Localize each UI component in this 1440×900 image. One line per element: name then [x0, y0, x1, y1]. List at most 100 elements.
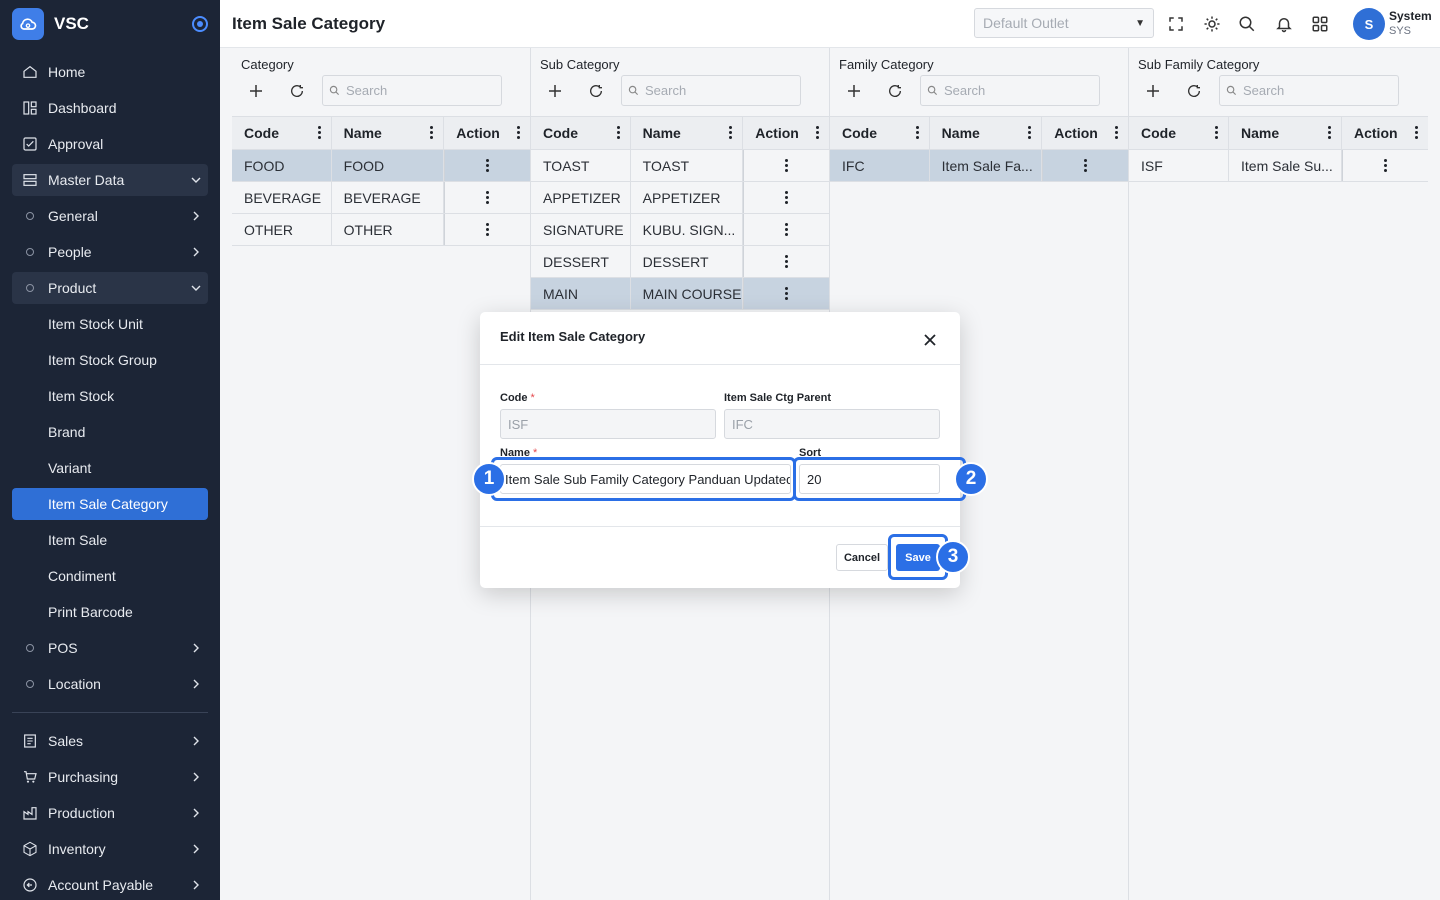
avatar[interactable]: S: [1353, 8, 1385, 40]
search-input[interactable]: Search: [322, 75, 502, 106]
sidebar-item-brand[interactable]: Brand: [12, 416, 208, 448]
column-header-name[interactable]: Name: [332, 117, 445, 149]
column-header-action[interactable]: Action: [743, 117, 829, 149]
column-header-name[interactable]: Name: [631, 117, 744, 149]
column-header-code[interactable]: Code: [531, 117, 631, 149]
search-input[interactable]: Search: [1219, 75, 1399, 106]
cell-name: MAIN COURSE: [631, 278, 744, 309]
row-action-menu-icon[interactable]: [444, 150, 530, 181]
table-row[interactable]: SIGNATURE KUBU. SIGN...: [531, 214, 829, 246]
panel-title: Sub Category: [540, 57, 620, 72]
column-menu-icon[interactable]: [317, 126, 321, 139]
sidebar-item-general[interactable]: General: [12, 200, 208, 232]
sidebar-item-item-stock-unit[interactable]: Item Stock Unit: [12, 308, 208, 340]
sidebar-item-production[interactable]: Production: [12, 797, 208, 829]
column-menu-icon[interactable]: [616, 126, 620, 139]
apps-grid-icon[interactable]: [1309, 13, 1331, 35]
fullscreen-icon[interactable]: [1165, 13, 1187, 35]
sidebar-item-dashboard[interactable]: Dashboard: [12, 92, 208, 124]
sidebar-item-item-sale[interactable]: Item Sale: [12, 524, 208, 556]
sidebar-item-account-payable[interactable]: Account Payable: [12, 869, 208, 900]
column-menu-icon[interactable]: [816, 126, 819, 139]
table-row[interactable]: MAIN MAIN COURSE: [531, 278, 829, 310]
column-header-code[interactable]: Code: [232, 117, 332, 149]
outlet-select[interactable]: Default Outlet ▼: [974, 8, 1154, 38]
search-input[interactable]: Search: [621, 75, 801, 106]
column-header-code[interactable]: Code: [830, 117, 930, 149]
sidebar-item-people[interactable]: People: [12, 236, 208, 268]
table-row[interactable]: TOAST TOAST: [531, 150, 829, 182]
sidebar-item-condiment[interactable]: Condiment: [12, 560, 208, 592]
sidebar-item-label: Brand: [48, 424, 86, 440]
column-menu-icon[interactable]: [1115, 126, 1118, 139]
sidebar-item-label: Purchasing: [48, 769, 119, 785]
sidebar-item-item-stock-group[interactable]: Item Stock Group: [12, 344, 208, 376]
table-row[interactable]: IFC Item Sale Fa...: [830, 150, 1128, 182]
sidebar-item-print-barcode[interactable]: Print Barcode: [12, 596, 208, 628]
row-action-menu-icon[interactable]: [743, 150, 829, 181]
grid-header: Code Name Action: [232, 116, 530, 150]
code-field[interactable]: ISF: [500, 409, 716, 439]
chevron-right-icon: [184, 771, 208, 783]
sidebar-item-product[interactable]: Product: [12, 272, 208, 304]
panel-title: Category: [241, 57, 294, 72]
sidebar-item-item-stock[interactable]: Item Stock: [12, 380, 208, 412]
column-menu-icon[interactable]: [915, 126, 919, 139]
sidebar-item-master-data[interactable]: Master Data: [12, 164, 208, 196]
bell-icon[interactable]: [1273, 13, 1295, 35]
column-menu-icon[interactable]: [1215, 126, 1218, 139]
column-header-action[interactable]: Action: [1042, 117, 1128, 149]
sidebar-item-pos[interactable]: POS: [12, 632, 208, 664]
row-action-menu-icon[interactable]: [743, 182, 829, 213]
column-menu-icon[interactable]: [517, 126, 520, 139]
parent-field[interactable]: IFC: [724, 409, 940, 439]
refresh-icon[interactable]: [585, 80, 607, 102]
add-icon[interactable]: [245, 80, 267, 102]
column-header-action[interactable]: Action: [1342, 117, 1428, 149]
column-menu-icon[interactable]: [729, 126, 733, 139]
table-row[interactable]: DESSERT DESSERT: [531, 246, 829, 278]
add-icon[interactable]: [544, 80, 566, 102]
search-icon[interactable]: [1236, 13, 1258, 35]
sidebar-item-purchasing[interactable]: Purchasing: [12, 761, 208, 793]
table-row[interactable]: OTHER OTHER: [232, 214, 530, 246]
column-header-action[interactable]: Action: [444, 117, 530, 149]
sidebar-item-item-sale-category[interactable]: Item Sale Category: [12, 488, 208, 520]
sidebar-item-inventory[interactable]: Inventory: [12, 833, 208, 865]
column-menu-icon[interactable]: [430, 126, 434, 139]
sidebar-item-variant[interactable]: Variant: [12, 452, 208, 484]
row-action-menu-icon[interactable]: [444, 214, 530, 245]
column-header-code[interactable]: Code: [1129, 117, 1229, 149]
column-menu-icon[interactable]: [1028, 126, 1032, 139]
row-action-menu-icon[interactable]: [1042, 150, 1128, 181]
column-menu-icon[interactable]: [1328, 126, 1331, 139]
row-action-menu-icon[interactable]: [743, 246, 829, 277]
sidebar-item-home[interactable]: Home: [12, 56, 208, 88]
column-header-name[interactable]: Name: [1229, 117, 1342, 149]
sub-family-category-grid: Code Name Action ISF Item Sale Su...: [1129, 116, 1428, 182]
row-action-menu-icon[interactable]: [743, 278, 829, 309]
add-icon[interactable]: [843, 80, 865, 102]
sidebar-item-approval[interactable]: Approval: [12, 128, 208, 160]
sidebar-item-location[interactable]: Location: [12, 668, 208, 700]
refresh-icon[interactable]: [884, 80, 906, 102]
row-action-menu-icon[interactable]: [444, 182, 530, 213]
row-action-menu-icon[interactable]: [1342, 150, 1428, 181]
cancel-button[interactable]: Cancel: [836, 544, 888, 571]
refresh-icon[interactable]: [1183, 80, 1205, 102]
add-icon[interactable]: [1142, 80, 1164, 102]
table-row[interactable]: FOOD FOOD: [232, 150, 530, 182]
sidebar-item-sales[interactable]: Sales: [12, 725, 208, 757]
column-header-name[interactable]: Name: [930, 117, 1043, 149]
sidebar-toggle-icon[interactable]: [192, 16, 208, 32]
table-row[interactable]: APPETIZER APPETIZER: [531, 182, 829, 214]
theme-sun-icon[interactable]: [1201, 13, 1223, 35]
table-row[interactable]: ISF Item Sale Su...: [1129, 150, 1428, 182]
column-menu-icon[interactable]: [1415, 126, 1418, 139]
table-row[interactable]: BEVERAGE BEVERAGE: [232, 182, 530, 214]
refresh-icon[interactable]: [286, 80, 308, 102]
search-input[interactable]: Search: [920, 75, 1100, 106]
close-icon[interactable]: [920, 330, 940, 350]
factory-icon: [12, 805, 48, 821]
row-action-menu-icon[interactable]: [743, 214, 829, 245]
